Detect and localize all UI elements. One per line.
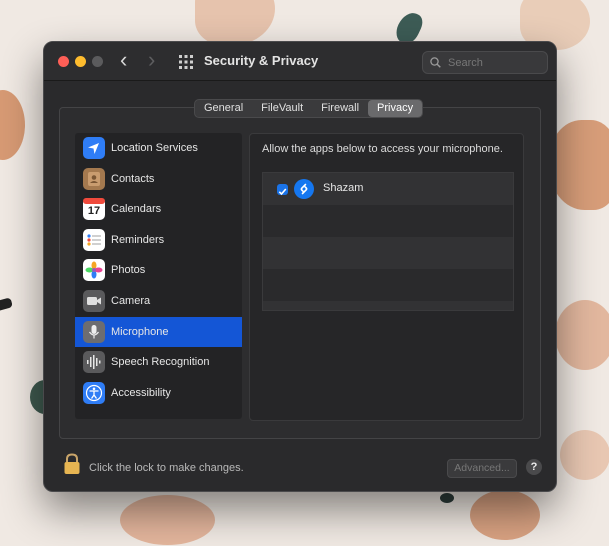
search-field[interactable] bbox=[422, 51, 548, 74]
sidebar-item-label: Calendars bbox=[111, 203, 162, 215]
help-button[interactable]: ? bbox=[526, 459, 542, 475]
app-name: Shazam bbox=[323, 182, 364, 194]
lock-instruction-text: Click the lock to make changes. bbox=[89, 462, 244, 474]
show-all-grid-icon[interactable] bbox=[179, 55, 193, 69]
sidebar-item-calendars[interactable]: 17 Calendars bbox=[75, 194, 242, 224]
empty-list-row bbox=[263, 237, 513, 269]
shazam-icon bbox=[294, 179, 314, 199]
microphone-access-prompt: Allow the apps below to access your micr… bbox=[262, 143, 503, 155]
wallpaper-shape bbox=[0, 90, 25, 160]
search-icon bbox=[430, 57, 441, 68]
accessibility-figure-icon bbox=[83, 382, 105, 404]
title-bar: ‹ › Security & Privacy bbox=[44, 42, 556, 81]
app-permission-list: Shazam bbox=[262, 172, 514, 311]
tab-bar: General FileVault Firewall Privacy bbox=[194, 99, 424, 118]
wallpaper-shape bbox=[440, 493, 454, 503]
search-input[interactable] bbox=[446, 55, 540, 70]
zoom-window-button[interactable] bbox=[92, 56, 103, 67]
empty-list-row bbox=[263, 301, 513, 310]
security-privacy-window: ‹ › Security & Privacy General FileVault… bbox=[43, 41, 557, 492]
tab-general[interactable]: General bbox=[195, 100, 252, 117]
wallpaper-shape bbox=[195, 0, 275, 45]
empty-list-row bbox=[263, 205, 513, 237]
location-arrow-icon bbox=[83, 137, 105, 159]
back-chevron-icon[interactable]: ‹ bbox=[120, 49, 127, 71]
wallpaper-shape bbox=[120, 495, 215, 545]
sidebar-item-speech-recognition[interactable]: Speech Recognition bbox=[75, 347, 242, 377]
sidebar-item-camera[interactable]: Camera bbox=[75, 286, 242, 316]
privacy-category-list: Location Services Contacts 17 Calendars bbox=[75, 133, 242, 419]
sidebar-item-label: Microphone bbox=[111, 326, 169, 338]
minimize-window-button[interactable] bbox=[75, 56, 86, 67]
sidebar-item-label: Reminders bbox=[111, 234, 165, 246]
contacts-book-icon bbox=[83, 168, 105, 190]
close-window-button[interactable] bbox=[58, 56, 69, 67]
tab-filevault[interactable]: FileVault bbox=[252, 100, 312, 117]
sidebar-item-photos[interactable]: Photos bbox=[75, 255, 242, 285]
sidebar-item-label: Photos bbox=[111, 264, 146, 276]
microphone-icon bbox=[83, 321, 105, 343]
photos-flower-icon bbox=[83, 259, 105, 281]
sidebar-item-accessibility[interactable]: Accessibility bbox=[75, 378, 242, 408]
wallpaper-shape bbox=[560, 430, 609, 480]
sidebar-item-label: Location Services bbox=[111, 142, 198, 154]
tab-privacy[interactable]: Privacy bbox=[368, 100, 423, 117]
sidebar-item-location-services[interactable]: Location Services bbox=[75, 133, 242, 163]
waveform-icon bbox=[83, 351, 105, 373]
sidebar-item-label: Contacts bbox=[111, 173, 155, 185]
sidebar-item-label: Accessibility bbox=[111, 387, 171, 399]
tab-firewall[interactable]: Firewall bbox=[312, 100, 368, 117]
window-title: Security & Privacy bbox=[204, 53, 319, 68]
sidebar-item-contacts[interactable]: Contacts bbox=[75, 164, 242, 194]
sidebar-item-reminders[interactable]: Reminders bbox=[75, 225, 242, 255]
lock-icon[interactable] bbox=[63, 453, 81, 480]
calendar-date-number: 17 bbox=[87, 205, 101, 217]
empty-list-row bbox=[263, 269, 513, 301]
advanced-button[interactable]: Advanced... bbox=[447, 459, 517, 478]
sidebar-item-label: Camera bbox=[111, 295, 151, 307]
list-item[interactable]: Shazam bbox=[263, 173, 513, 205]
sidebar-item-label: Speech Recognition bbox=[111, 356, 210, 368]
wallpaper-shape bbox=[0, 297, 13, 313]
calendar-icon: 17 bbox=[83, 198, 105, 220]
wallpaper-shape bbox=[555, 300, 609, 370]
wallpaper-shape bbox=[548, 120, 609, 210]
wallpaper-shape bbox=[470, 490, 540, 540]
sidebar-item-microphone[interactable]: Microphone bbox=[75, 317, 242, 347]
forward-chevron-icon[interactable]: › bbox=[148, 49, 155, 71]
app-permission-checkbox[interactable] bbox=[277, 184, 288, 196]
reminders-list-icon bbox=[83, 229, 105, 251]
camera-icon bbox=[83, 290, 105, 312]
